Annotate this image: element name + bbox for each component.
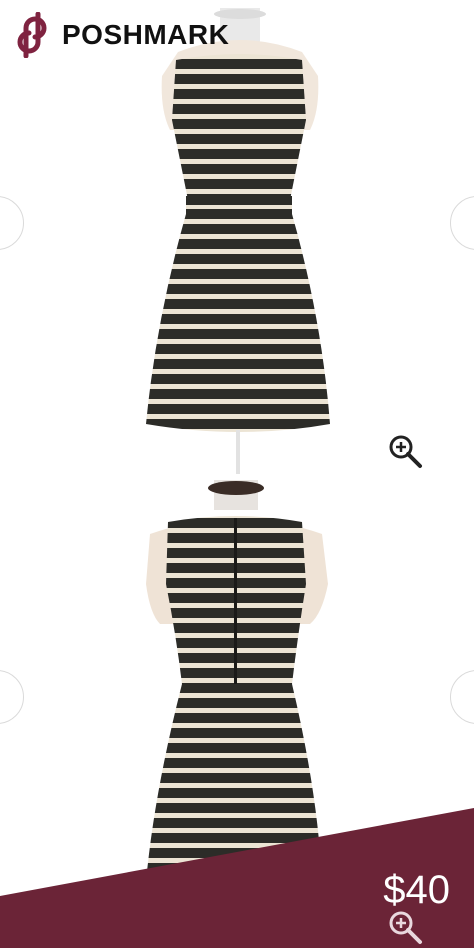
zoom-in-icon[interactable] (386, 908, 424, 946)
zoom-in-icon[interactable] (386, 432, 424, 470)
poshmark-p-logo-icon (17, 12, 47, 58)
product-image-front[interactable] (0, 0, 474, 474)
dress-front-image (146, 8, 330, 474)
header: POSHMARK (12, 12, 229, 58)
brand-name: POSHMARK (62, 19, 230, 50)
price-label: $40 (383, 868, 450, 912)
